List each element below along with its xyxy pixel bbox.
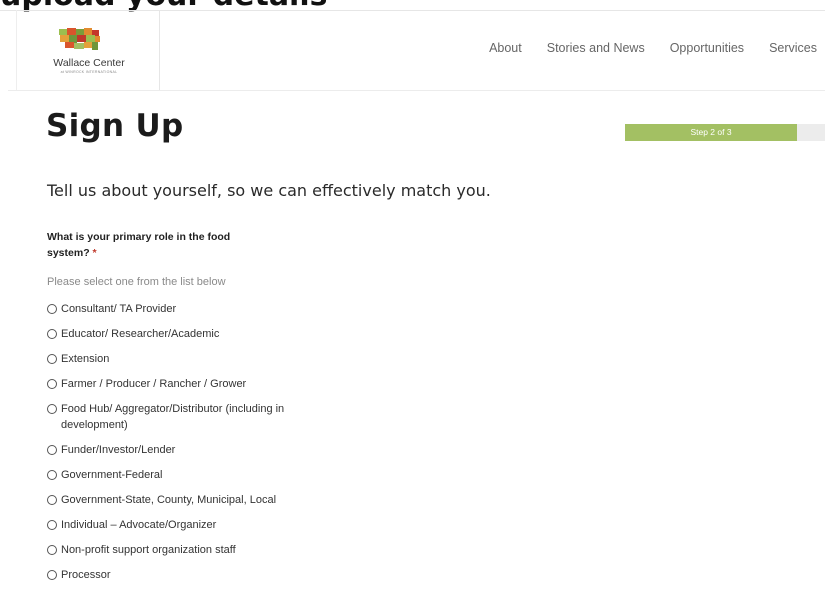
progress-label: Step 2 of 3 [690,127,732,137]
logo-link[interactable]: Wallace Center at WINROCK INTERNATIONAL [16,10,160,90]
radio-icon[interactable] [47,520,57,530]
nav-about[interactable]: About [489,41,522,55]
nav-stories-and-news[interactable]: Stories and News [547,41,645,55]
radio-icon[interactable] [47,445,57,455]
role-option-label: Government-State, County, Municipal, Loc… [61,494,277,506]
role-option-label: Funder/Investor/Lender [61,444,176,456]
role-option-label: Non-profit support organization staff [61,544,236,556]
role-option-label: Individual – Advocate/Organizer [61,519,217,531]
role-option-label: Government-Federal [61,469,163,481]
usa-map-logo-icon [59,28,100,50]
page-subtitle: Tell us about yourself, so we can effect… [47,181,491,200]
role-option-label: Farmer / Producer / Rancher / Grower [61,378,247,390]
role-option[interactable]: Farmer / Producer / Rancher / Grower [47,376,307,392]
role-option[interactable]: Processor [47,567,307,583]
required-mark: * [92,247,97,259]
role-option-label: Extension [61,353,110,365]
radio-icon[interactable] [47,495,57,505]
role-option[interactable]: Individual – Advocate/Organizer [47,517,307,533]
header-divider [8,90,825,91]
site-header: Wallace Center at WINROCK INTERNATIONAL … [8,10,825,90]
question-hint: Please select one from the list below [47,276,226,288]
role-option[interactable]: Government-Federal [47,467,307,483]
role-option-label: Educator/ Researcher/Academic [61,328,220,340]
question-label: What is your primary role in the food sy… [47,229,257,261]
role-option[interactable]: Extension [47,351,307,367]
role-option[interactable]: Food Hub/ Aggregator/Distributor (includ… [47,401,307,433]
role-options: Consultant/ TA Provider Educator/ Resear… [47,301,307,592]
progress-bar: Step 2 of 3 [625,124,825,141]
role-option[interactable]: Funder/Investor/Lender [47,442,307,458]
role-option-label: Processor [61,569,111,581]
role-option[interactable]: Consultant/ TA Provider [47,301,307,317]
page-title: Sign Up [46,108,184,144]
role-option[interactable]: Government-State, County, Municipal, Loc… [47,492,307,508]
radio-icon[interactable] [47,570,57,580]
role-option[interactable]: Educator/ Researcher/Academic [47,326,307,342]
radio-icon[interactable] [47,545,57,555]
radio-icon[interactable] [47,354,57,364]
logo-name: Wallace Center [53,57,125,69]
role-option[interactable]: Non-profit support organization staff [47,542,307,558]
nav-services[interactable]: Services [769,41,817,55]
radio-icon[interactable] [47,404,57,414]
role-option-label: Consultant/ TA Provider [61,303,177,315]
radio-icon[interactable] [47,470,57,480]
main-nav: About Stories and News Opportunities Ser… [464,41,817,55]
logo-subtitle: at WINROCK INTERNATIONAL [60,70,118,74]
radio-icon[interactable] [47,379,57,389]
question-text: What is your primary role in the food sy… [47,231,231,259]
nav-opportunities[interactable]: Opportunities [670,41,744,55]
radio-icon[interactable] [47,304,57,314]
role-option-label: Food Hub/ Aggregator/Distributor (includ… [61,403,285,431]
radio-icon[interactable] [47,329,57,339]
